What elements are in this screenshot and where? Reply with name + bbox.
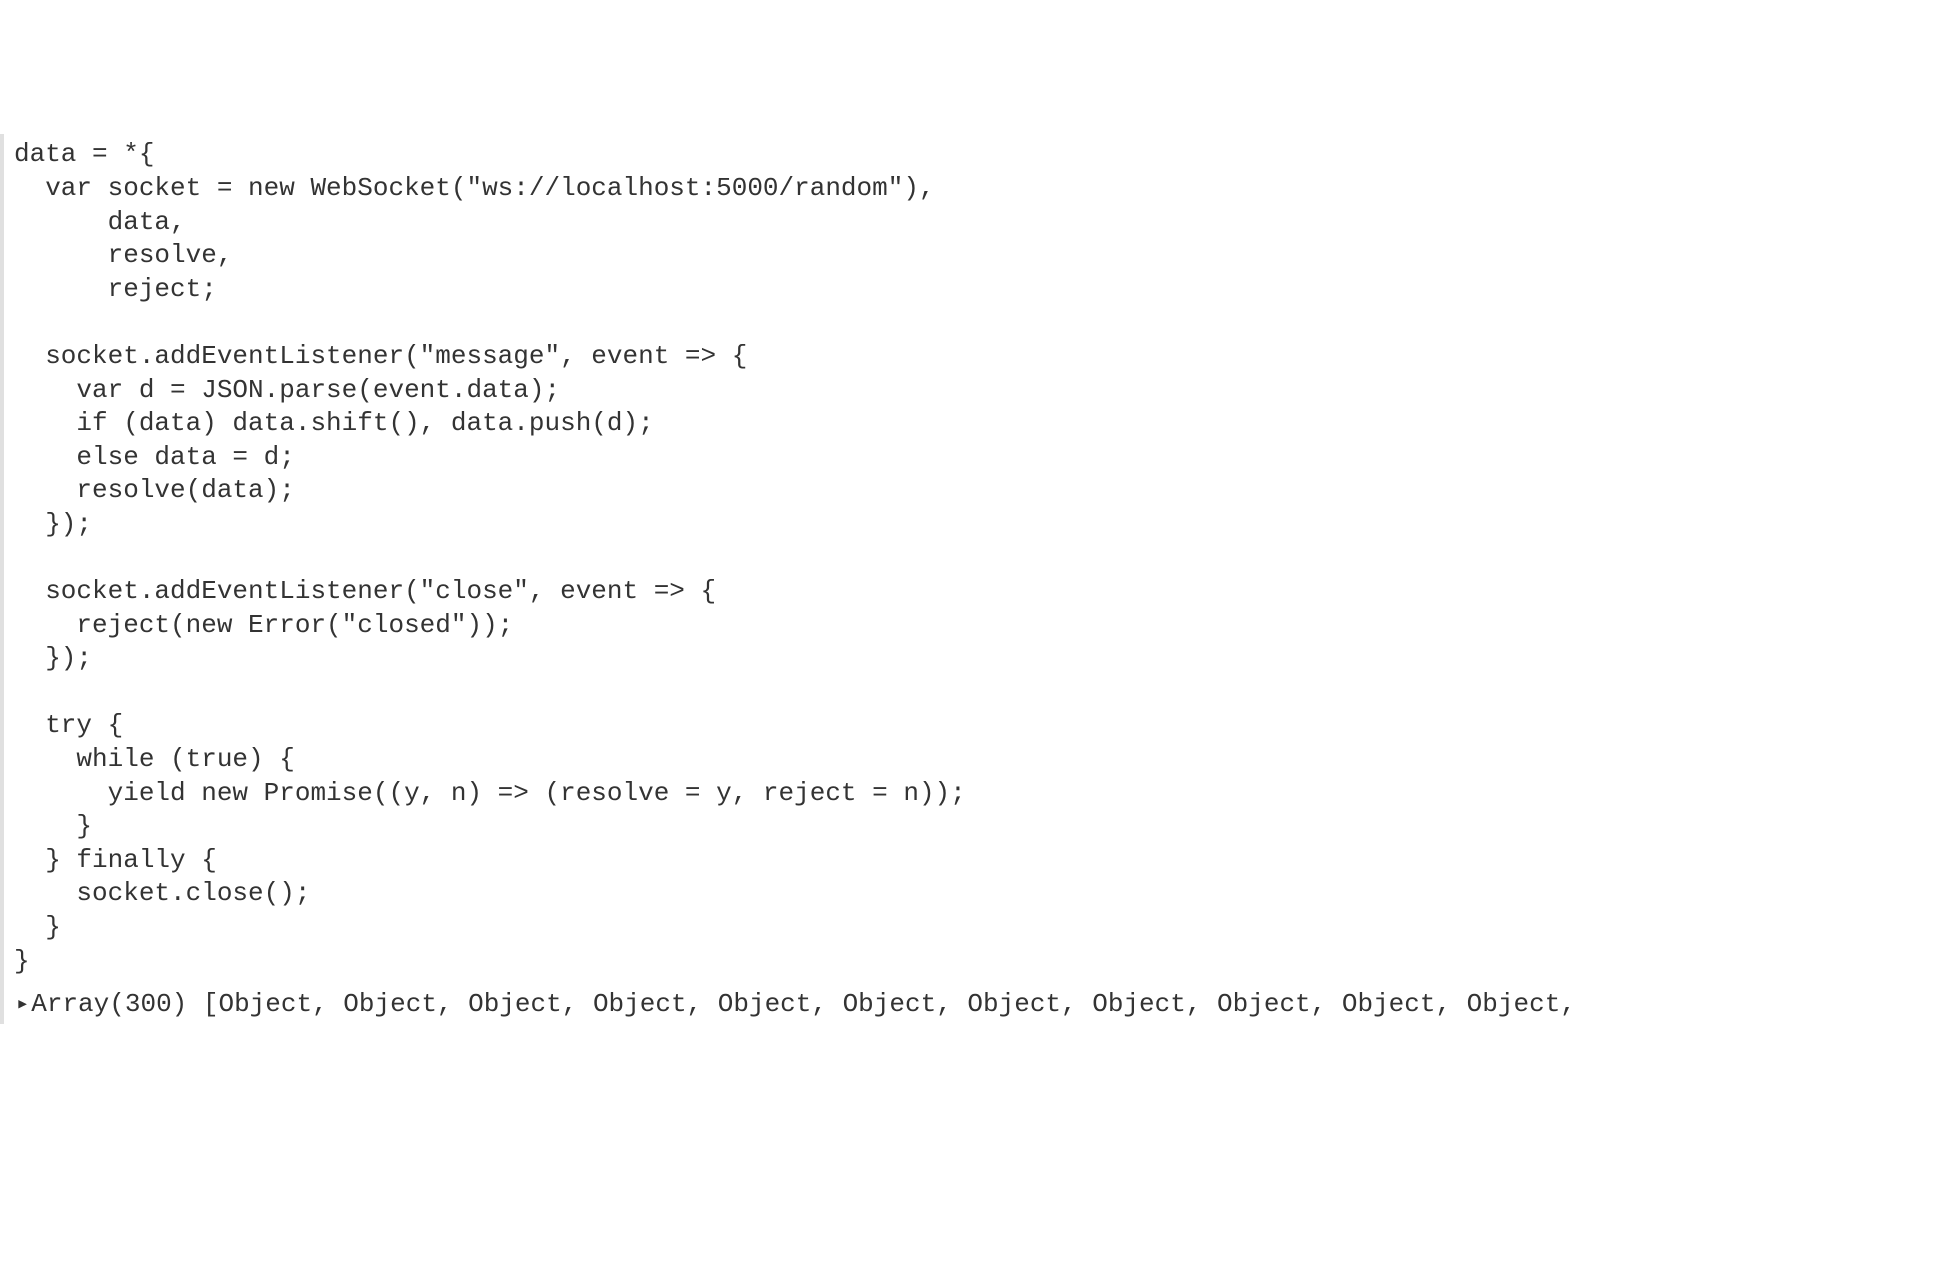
code-line: }); [14,643,92,673]
code-line: while (true) { [14,744,295,774]
code-line: } [14,811,92,841]
code-line: resolve(data); [14,475,295,505]
code-line: } finally { [14,845,217,875]
code-line: resolve, [14,240,232,270]
code-line: } [14,946,30,976]
code-line: yield new Promise((y, n) => (resolve = y… [14,778,966,808]
code-line: }); [14,509,92,539]
code-line: if (data) data.shift(), data.push(d); [14,408,654,438]
code-line: data = *{ [14,139,154,169]
code-line: socket.addEventListener("message", event… [14,341,747,371]
code-line: var socket = new WebSocket("ws://localho… [14,173,935,203]
code-line: socket.addEventListener("close", event =… [14,576,716,606]
code-line: } [14,912,61,942]
expand-caret-icon[interactable]: ▸ [16,988,29,1022]
code-cell[interactable]: data = *{ var socket = new WebSocket("ws… [0,134,1960,982]
code-line: data, [14,207,186,237]
output-text: Array(300) [Object, Object, Object, Obje… [31,989,1576,1019]
code-line: reject; [14,274,217,304]
code-line: reject(new Error("closed")); [14,610,513,640]
code-line: var d = JSON.parse(event.data); [14,375,560,405]
output-cell[interactable]: ▸Array(300) [Object, Object, Object, Obj… [0,982,1960,1024]
code-line: try { [14,710,123,740]
code-line: else data = d; [14,442,295,472]
code-line: socket.close(); [14,878,310,908]
